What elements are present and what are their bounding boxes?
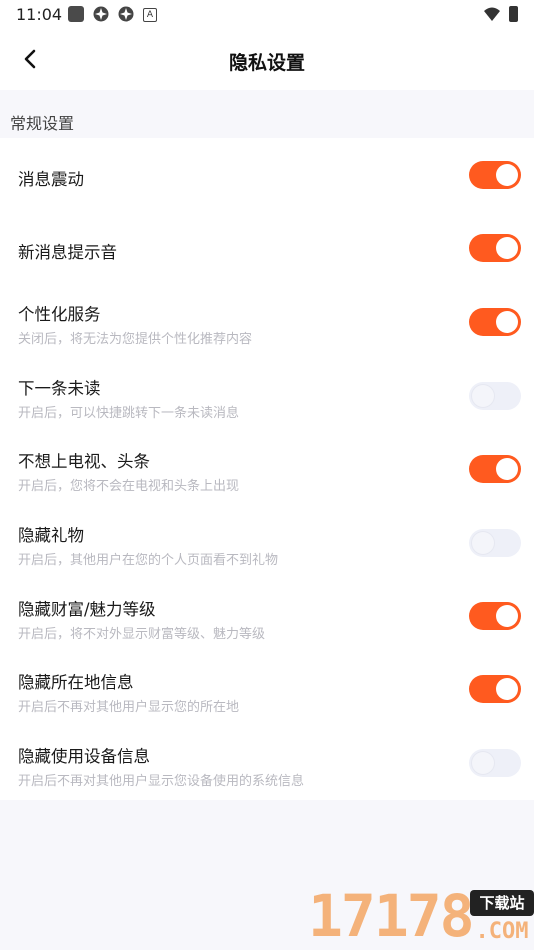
- toggle-knob: [472, 752, 494, 774]
- toggle-switch[interactable]: [469, 749, 521, 777]
- battery-icon: [509, 6, 518, 22]
- setting-title: 隐藏使用设备信息: [18, 747, 150, 766]
- app-notification-icon: [118, 6, 134, 22]
- toggle-switch[interactable]: [469, 455, 521, 483]
- toggle-knob: [472, 532, 494, 554]
- toggle-knob: [496, 237, 518, 259]
- setting-title: 消息震动: [18, 170, 84, 189]
- setting-description: 关闭后，将无法为您提供个性化推荐内容: [18, 332, 253, 347]
- setting-title: 隐藏所在地信息: [18, 673, 134, 692]
- toggle-switch[interactable]: [469, 602, 521, 630]
- site-watermark: 17178 下载站 .COM: [308, 882, 534, 950]
- setting-description: 开启后，其他用户在您的个人页面看不到礼物: [18, 553, 279, 568]
- setting-description: 开启后不再对其他用户显示您的所在地: [18, 700, 240, 715]
- toggle-knob: [472, 385, 494, 407]
- setting-title: 不想上电视、头条: [18, 452, 150, 471]
- setting-row-hide-device-info: 隐藏使用设备信息 开启后不再对其他用户显示您设备使用的系统信息: [0, 730, 534, 800]
- toggle-knob: [496, 458, 518, 480]
- page-title: 隐私设置: [228, 52, 305, 74]
- watermark-number: 17178: [308, 882, 475, 950]
- setting-row-no-tv-headline: 不想上电视、头条 开启后，您将不会在电视和头条上出现: [0, 434, 534, 508]
- setting-title: 隐藏礼物: [18, 526, 84, 545]
- toggle-switch[interactable]: [469, 308, 521, 336]
- keyboard-a-icon: A: [143, 8, 157, 22]
- toggle-knob: [496, 164, 518, 186]
- setting-row-hide-wealth-level: 隐藏财富/魅力等级 开启后，将不对外显示财富等级、魅力等级: [0, 582, 534, 656]
- toggle-knob: [496, 605, 518, 627]
- toggle-switch[interactable]: [469, 234, 521, 262]
- app-notification-icon: [93, 6, 109, 22]
- setting-title: 隐藏财富/魅力等级: [18, 600, 156, 619]
- status-bar: 11:04 A: [0, 0, 534, 28]
- settings-card: 消息震动 新消息提示音 个性化服务 关闭后，将无法为您提供个性化推荐内容 下一条…: [0, 138, 534, 800]
- status-time: 11:04: [16, 5, 63, 24]
- setting-row-next-unread: 下一条未读 开启后，可以快捷跳转下一条未读消息: [0, 360, 534, 434]
- setting-description: 开启后，可以快捷跳转下一条未读消息: [18, 406, 240, 421]
- setting-row-message-vibration: 消息震动: [0, 138, 534, 212]
- wifi-icon: [484, 7, 500, 21]
- setting-row-hide-gifts: 隐藏礼物 开启后，其他用户在您的个人页面看不到礼物: [0, 508, 534, 582]
- setting-title: 下一条未读: [18, 379, 101, 398]
- setting-row-personalized-service: 个性化服务 关闭后，将无法为您提供个性化推荐内容: [0, 286, 534, 360]
- setting-title: 个性化服务: [18, 305, 101, 324]
- app-header: 隐私设置: [0, 28, 534, 90]
- toggle-switch[interactable]: [469, 382, 521, 410]
- setting-row-hide-location: 隐藏所在地信息 开启后不再对其他用户显示您的所在地: [0, 656, 534, 730]
- toggle-knob: [496, 311, 518, 333]
- setting-description: 开启后，将不对外显示财富等级、魅力等级: [18, 627, 266, 642]
- toggle-switch[interactable]: [469, 529, 521, 557]
- toggle-switch[interactable]: [469, 161, 521, 189]
- setting-title: 新消息提示音: [18, 243, 117, 262]
- section-label: 常规设置: [10, 114, 75, 133]
- setting-description: 开启后，您将不会在电视和头条上出现: [18, 479, 240, 494]
- notification-square-icon: [68, 6, 84, 22]
- watermark-badge: 下载站: [470, 890, 534, 916]
- toggle-knob: [496, 678, 518, 700]
- watermark-suffix: .COM: [475, 919, 529, 944]
- setting-row-new-message-sound: 新消息提示音: [0, 212, 534, 286]
- toggle-switch[interactable]: [469, 675, 521, 703]
- setting-description: 开启后不再对其他用户显示您设备使用的系统信息: [18, 774, 305, 789]
